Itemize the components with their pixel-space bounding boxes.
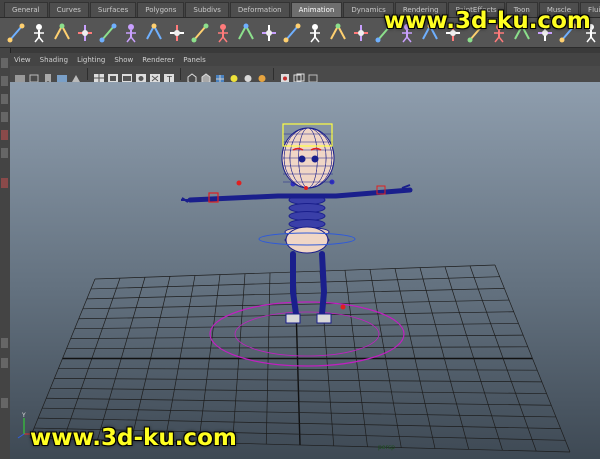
image-plane-icon[interactable] [56, 69, 68, 82]
camera-attributes-icon[interactable] [28, 69, 40, 82]
layout-four-icon[interactable] [1, 358, 8, 368]
tool-select-icon[interactable] [1, 58, 8, 68]
watermark-bottom: www.3d-ku.com [30, 425, 237, 451]
lattice-icon[interactable] [328, 22, 348, 44]
joint-tool-icon[interactable] [6, 22, 26, 44]
pelvis [285, 226, 329, 254]
menu-view[interactable]: View [14, 56, 31, 64]
tool-soft-icon[interactable] [1, 178, 8, 188]
panel-menu-bar: View Shading Lighting Show Renderer Pane… [10, 53, 600, 66]
axis-y-label: Y [21, 412, 26, 419]
tool-move-icon[interactable] [1, 94, 8, 104]
gate-mask-icon[interactable] [135, 69, 147, 83]
left-foot [285, 313, 301, 324]
menu-show[interactable]: Show [114, 56, 133, 64]
reroot-icon[interactable] [305, 22, 325, 44]
shadows-icon[interactable] [256, 69, 268, 82]
watermark-top: www.3d-ku.com [384, 8, 591, 34]
isolate-select-icon[interactable] [279, 69, 291, 83]
menu-lighting[interactable]: Lighting [77, 56, 105, 64]
safe-action-icon[interactable]: T [163, 69, 175, 84]
right-eye [311, 155, 319, 163]
shelf-tab-polygons[interactable]: Polygons [137, 2, 185, 17]
tool-lasso-icon[interactable] [1, 76, 8, 86]
bind-skin-icon[interactable] [75, 22, 95, 44]
left-elbow-control [236, 180, 242, 186]
shelf-tab-curves[interactable]: Curves [48, 2, 89, 17]
tool-manip-icon[interactable] [1, 148, 8, 158]
perspective-viewport[interactable] [10, 82, 600, 459]
leg-joints [290, 251, 328, 317]
shelf-tab-subdivs[interactable]: Subdivs [185, 2, 229, 17]
film-gate-icon[interactable] [107, 69, 119, 83]
two-d-pan-icon[interactable] [70, 69, 82, 82]
connect-joint-icon[interactable] [259, 22, 279, 44]
smooth-bind-icon[interactable] [98, 22, 118, 44]
rigid-bind-icon[interactable] [121, 22, 141, 44]
all-lights-icon[interactable] [242, 69, 254, 82]
select-camera-icon[interactable] [14, 69, 26, 82]
field-chart-icon[interactable] [149, 69, 161, 83]
left-eye [298, 155, 306, 163]
remove-joint-icon[interactable] [236, 22, 256, 44]
default-light-icon[interactable] [228, 69, 240, 82]
right-foot [316, 313, 332, 324]
insert-joint-icon[interactable] [213, 22, 233, 44]
mirror-joint-icon[interactable] [167, 22, 187, 44]
menu-renderer[interactable]: Renderer [142, 56, 174, 64]
menu-shading[interactable]: Shading [40, 56, 68, 64]
ik-handle-icon[interactable] [29, 22, 49, 44]
chest-control [304, 186, 308, 190]
shelf-tab-animation[interactable]: Animation [290, 2, 343, 17]
resolution-gate-icon[interactable] [121, 69, 133, 83]
ik-spline-icon[interactable] [52, 22, 72, 44]
disconnect-joint-icon[interactable] [282, 22, 302, 44]
shelf-tab-surfaces[interactable]: Surfaces [89, 2, 137, 17]
layout-side-icon[interactable] [1, 398, 8, 408]
shelf-tab-deformation[interactable]: Deformation [229, 2, 290, 17]
xray-joints-icon[interactable] [307, 69, 319, 82]
xray-icon[interactable] [293, 69, 305, 82]
camera-name-label: persp [378, 444, 395, 451]
ground-grid [29, 264, 571, 453]
grid-toggle-icon[interactable] [93, 69, 105, 83]
shelf-tab-general[interactable]: General [4, 2, 48, 17]
paint-weights-icon[interactable] [144, 22, 164, 44]
cluster-icon[interactable] [351, 22, 371, 44]
smooth-shade-icon[interactable] [200, 69, 212, 84]
bookmark-icon[interactable] [42, 69, 54, 83]
textured-icon[interactable] [214, 69, 226, 83]
knee-control [340, 304, 346, 310]
layout-single-icon[interactable] [1, 338, 8, 348]
root-control-inner [234, 311, 380, 357]
orient-joint-icon[interactable] [190, 22, 210, 44]
panel-toolbar: T [10, 66, 600, 84]
menu-panels[interactable]: Panels [183, 56, 206, 64]
wireframe-icon[interactable] [186, 69, 198, 84]
tool-scale-icon[interactable] [1, 130, 8, 140]
tool-rotate-icon[interactable] [1, 112, 8, 122]
